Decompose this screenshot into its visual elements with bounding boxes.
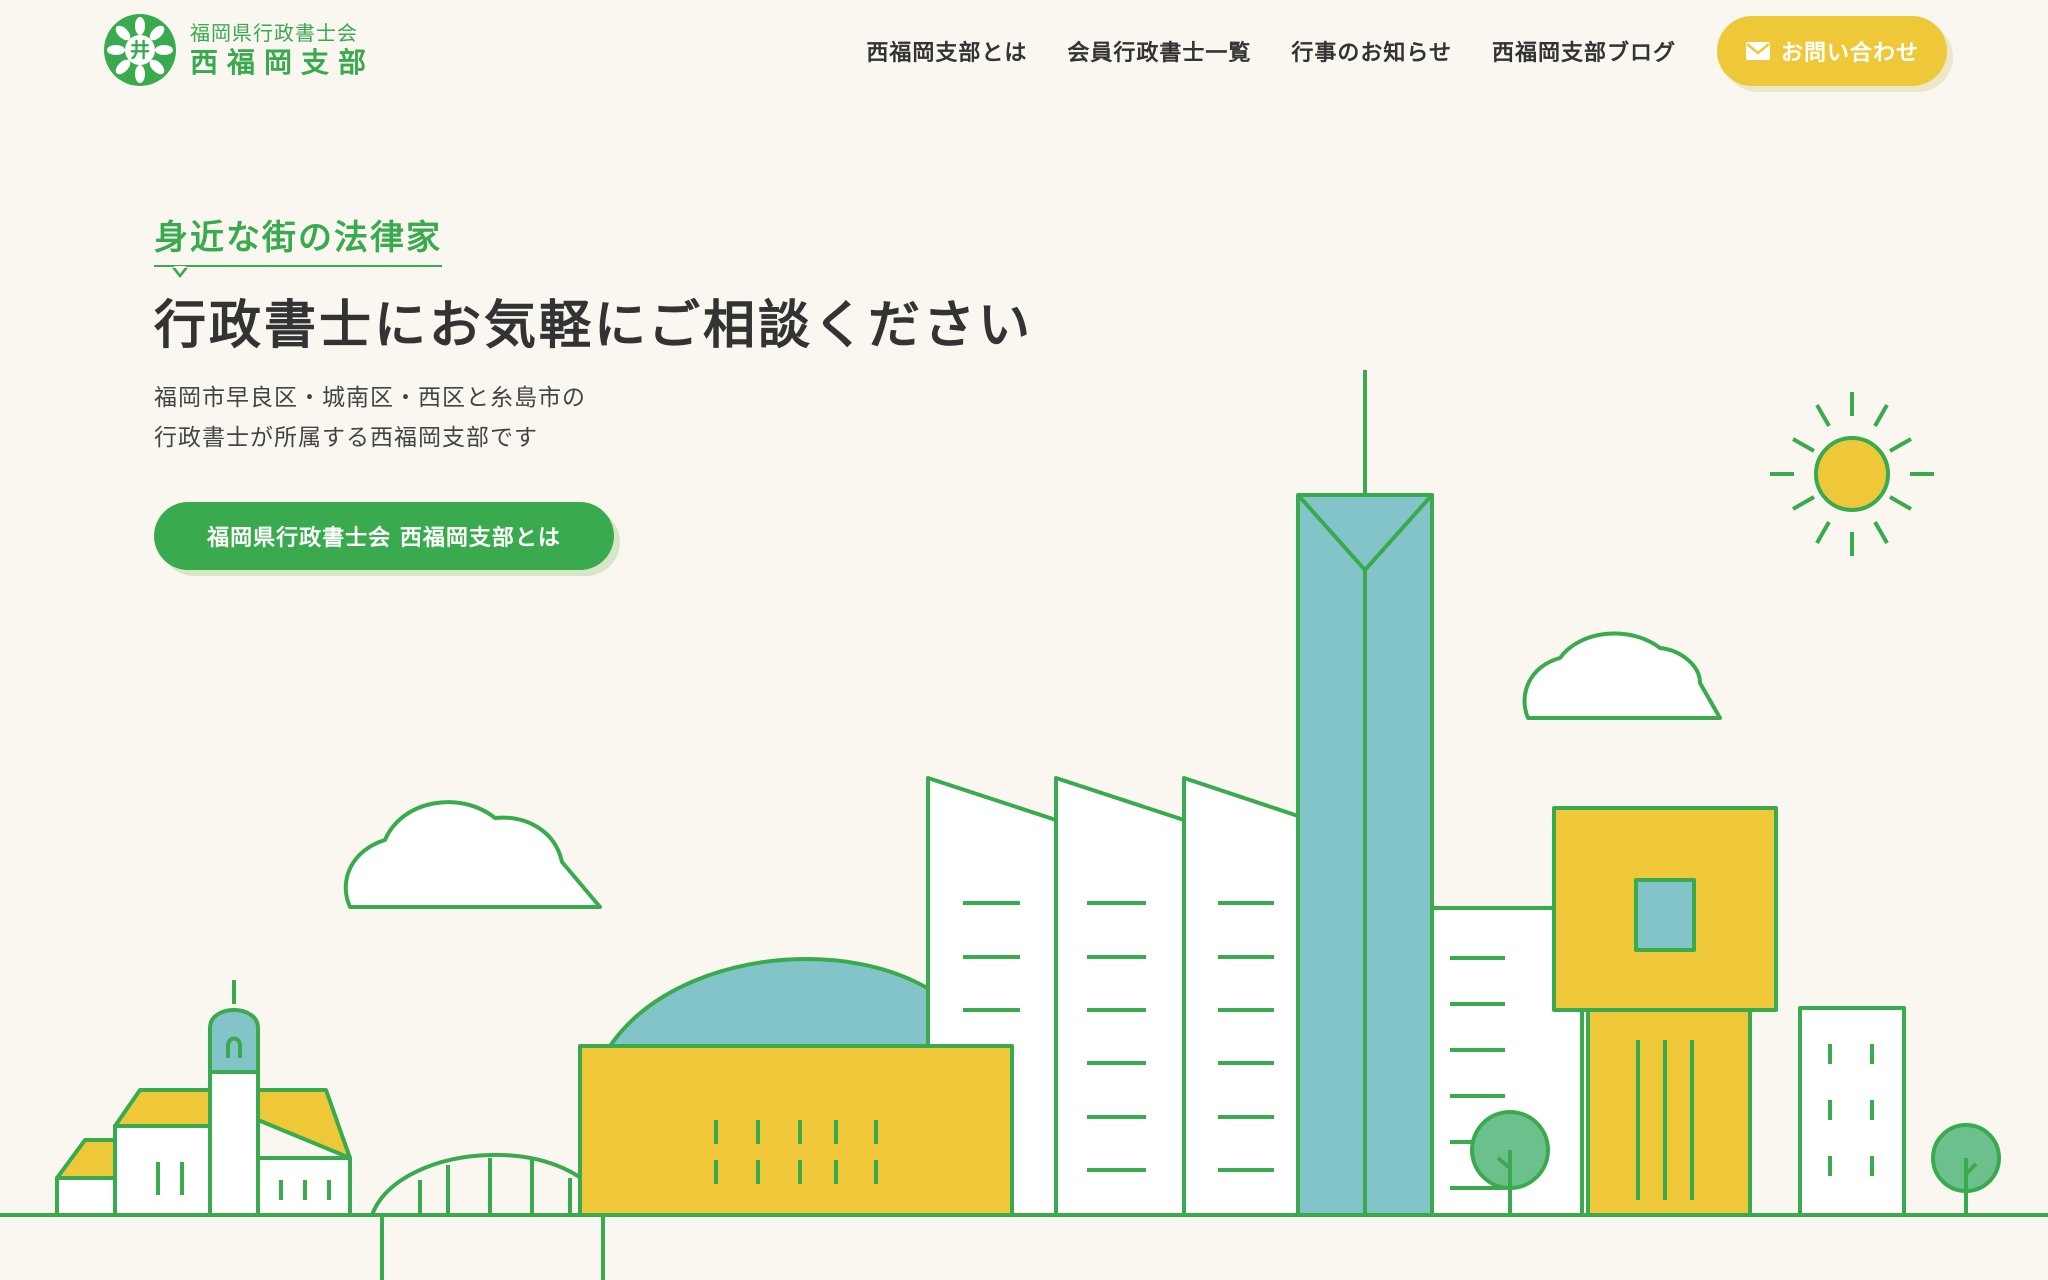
logo-branch-name: 西福岡支部	[190, 46, 376, 79]
catchphrase: 身近な街の法律家	[154, 210, 442, 278]
sun-icon	[1770, 392, 1934, 556]
nav-item-blog[interactable]: 西福岡支部ブログ	[1492, 35, 1676, 67]
church-building	[55, 980, 352, 1217]
city-skyline-illustration	[0, 370, 2048, 1280]
logo-org-name: 福岡県行政書士会	[190, 21, 358, 45]
tree-2	[1931, 1123, 2001, 1215]
speech-tail	[172, 266, 188, 278]
global-nav: 西福岡支部とは 会員行政書士一覧 行事のお知らせ 西福岡支部ブログ お問い合わせ	[866, 16, 1947, 86]
hero-headline: 行政書士にお気軽にご相談ください	[154, 296, 1033, 356]
nav-item-members[interactable]: 会員行政書士一覧	[1067, 35, 1251, 67]
cloud-left	[343, 800, 602, 909]
small-white-building	[1798, 1006, 1906, 1217]
hero-description-line-1: 福岡市早良区・城南区・西区と糸島市の	[154, 385, 586, 411]
contact-button[interactable]: お問い合わせ	[1717, 16, 1947, 86]
svg-text:井: 井	[130, 38, 150, 62]
about-branch-button[interactable]: 福岡県行政書士会 西福岡支部とは	[154, 502, 614, 570]
hero-section: 身近な街の法律家 行政書士にお気軽にご相談ください 福岡市早良区・城南区・西区と…	[154, 210, 1033, 570]
site-logo[interactable]: 井 福岡県行政書士会 西福岡支部	[102, 12, 375, 88]
catchphrase-text: 身近な街の法律家	[154, 210, 442, 267]
yellow-block-building	[1552, 806, 1778, 1217]
bridge-arch	[370, 1152, 612, 1280]
fukuoka-tower	[1296, 370, 1434, 1217]
emblem-icon: 井	[104, 14, 176, 86]
nav-item-events[interactable]: 行事のお知らせ	[1291, 35, 1452, 67]
contact-button-label: お問い合わせ	[1780, 41, 1919, 66]
nav-item-about[interactable]: 西福岡支部とは	[866, 35, 1027, 67]
cloud-right	[1522, 631, 1722, 720]
hero-description: 福岡市早良区・城南区・西区と糸島市の 行政書士が所属する西福岡支部です	[154, 378, 1033, 458]
envelope-icon	[1745, 42, 1770, 60]
hero-description-line-2: 行政書士が所属する西福岡支部です	[154, 425, 538, 451]
